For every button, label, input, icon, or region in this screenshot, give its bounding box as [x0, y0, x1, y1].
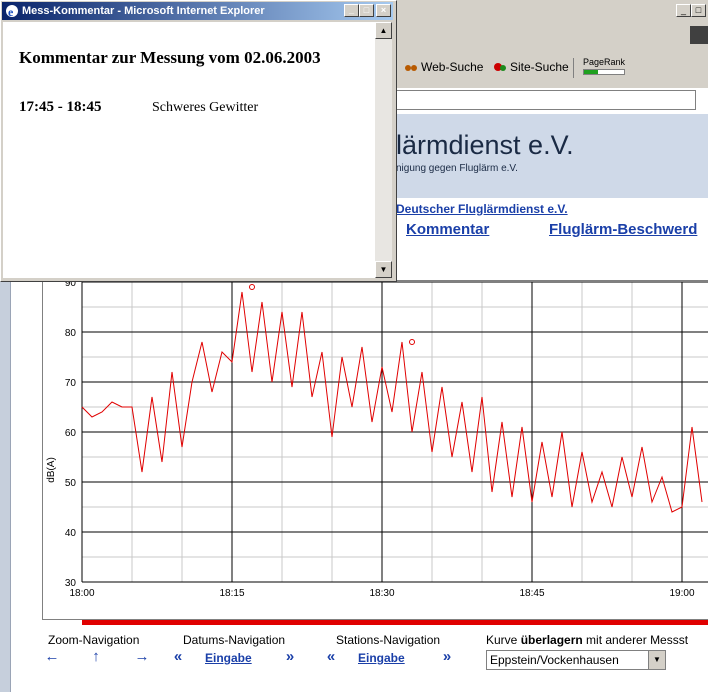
site-search-label: Site-Suche [510, 60, 569, 74]
left-sidebar-strip [0, 282, 11, 692]
station-back-icon[interactable]: « [323, 648, 339, 665]
site-brand: lärmdienst e.V. [396, 130, 574, 160]
comment-heading: Kommentar zur Messung vom 02.06.2003 [19, 48, 321, 67]
overlay-suffix: mit anderer Messst [582, 633, 689, 647]
popup-scrollbar[interactable]: ▲ ▼ [375, 22, 392, 278]
pagerank-label: PageRank [583, 57, 626, 67]
binoculars-icon [404, 61, 418, 73]
site-brand-subtitle: nigung gegen Fluglärm e.V. [396, 163, 518, 174]
noise-chart: 30405060708090 18:00 18:15 18:30 18:45 19:00… [46, 280, 708, 599]
y-tick-label: 40 [65, 528, 77, 539]
overlay-label: Kurve überlagern mit anderer Messst [486, 633, 688, 647]
y-tick-labels: 30405060708090 [65, 280, 77, 589]
chart-bottom-bar [82, 620, 708, 625]
zoom-up-icon[interactable]: ↑ [88, 648, 104, 665]
address-bar[interactable] [396, 90, 696, 110]
scroll-down-icon[interactable]: ▼ [375, 261, 392, 278]
x-tick-label: 18:00 [69, 588, 94, 599]
station-select-value: Eppstein/Vockenhausen [490, 653, 619, 667]
overlay-prefix: Kurve [486, 633, 521, 647]
zoom-right-icon[interactable]: → [134, 648, 150, 665]
comment-time: 17:45 - 18:45 [19, 99, 102, 115]
browser-toolbar [396, 22, 708, 88]
station-nav-label: Stations-Navigation [336, 633, 441, 647]
org-link[interactable]: Deutscher Fluglärmdienst e.V. [396, 202, 568, 216]
popup-maximize-button[interactable]: □ [359, 4, 374, 17]
x-tick-label: 18:15 [219, 588, 244, 599]
popup-minimize-button[interactable]: _ [344, 4, 359, 17]
x-tick-labels: 18:00 18:15 18:30 18:45 19:00 [69, 588, 694, 599]
zoom-nav-label: Zoom-Navigation [48, 633, 140, 647]
chart-grid [81, 281, 708, 583]
zoom-left-icon[interactable]: ← [44, 648, 60, 665]
x-tick-label: 18:30 [369, 588, 394, 599]
date-nav-label: Datums-Navigation [183, 633, 286, 647]
y-axis-label: dB(A) [46, 457, 57, 483]
ie-icon: e [5, 4, 19, 19]
scroll-up-icon[interactable]: ▲ [375, 22, 392, 39]
popup-title: Mess-Kommentar - Microsoft Internet Expl… [22, 5, 265, 17]
station-forward-icon[interactable]: » [439, 648, 455, 665]
x-tick-label: 19:00 [669, 588, 694, 599]
pagerank-bar [583, 69, 625, 75]
maximize-button[interactable]: □ [691, 4, 706, 17]
windows-logo-icon [690, 26, 708, 44]
y-tick-label: 50 [65, 478, 77, 489]
popup-titlebar[interactable]: e Mess-Kommentar - Microsoft Internet Ex… [2, 2, 393, 20]
site-search-icon [493, 61, 507, 73]
chevron-down-icon[interactable]: ▼ [648, 651, 665, 669]
date-back-icon[interactable]: « [170, 648, 186, 665]
station-input-link[interactable]: Eingabe [358, 651, 405, 665]
popup-close-button[interactable]: × [376, 4, 391, 17]
minimize-button[interactable]: _ [676, 4, 691, 17]
peak-marker [409, 339, 415, 345]
web-search-label: Web-Suche [421, 60, 484, 74]
date-forward-icon[interactable]: » [282, 648, 298, 665]
date-input-link[interactable]: Eingabe [205, 651, 252, 665]
svg-text:e: e [8, 5, 14, 18]
pagerank-fill [584, 70, 598, 74]
y-tick-label: 80 [65, 328, 77, 339]
series-line [81, 291, 703, 513]
popup-content: Kommentar zur Messung vom 02.06.2003 17:… [3, 22, 375, 278]
kommentar-link[interactable]: Kommentar [406, 221, 489, 238]
overlay-bold: überlagern [520, 633, 583, 647]
comment-text: Schweres Gewitter [152, 100, 259, 115]
toolbar-divider [573, 58, 574, 78]
y-tick-label: 70 [65, 378, 77, 389]
y-tick-label: 60 [65, 428, 77, 439]
station-select[interactable]: Eppstein/Vockenhausen ▼ [486, 650, 666, 670]
x-tick-label: 18:45 [519, 588, 544, 599]
web-search-button[interactable]: Web-Suche [404, 60, 483, 74]
site-search-button[interactable]: Site-Suche [493, 60, 569, 74]
beschwerde-link[interactable]: Fluglärm-Beschwerd [549, 221, 697, 238]
peak-marker [249, 284, 255, 290]
